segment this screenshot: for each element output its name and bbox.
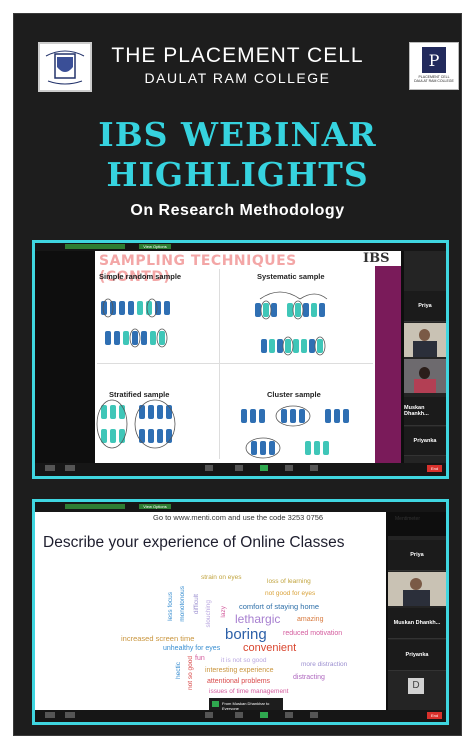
view-options-button[interactable]: View Options bbox=[139, 244, 171, 249]
mentimeter-slide: Go to www.menti.com and use the code 325… bbox=[35, 512, 420, 720]
mute-icon-2[interactable] bbox=[45, 712, 55, 718]
word-24: issues of time management bbox=[209, 688, 289, 695]
record-icon[interactable] bbox=[285, 465, 293, 471]
participant-avatar-d: D bbox=[408, 678, 424, 694]
video-icon[interactable] bbox=[65, 465, 75, 471]
webinar-screenshot-2: View Options Go to www.menti.com and use… bbox=[32, 499, 449, 725]
quadrant-label-simple: Simple random sample bbox=[99, 272, 182, 281]
chat-avatar-icon bbox=[212, 701, 219, 707]
word-4: monotonous bbox=[179, 586, 186, 622]
slide-side-strip bbox=[375, 266, 401, 463]
word-21: interesting experience bbox=[205, 667, 274, 674]
participants-icon-2[interactable] bbox=[205, 712, 213, 718]
meeting-controls-2: End bbox=[35, 710, 446, 722]
word-9: lethargic bbox=[235, 612, 281, 626]
word-22: attentional problems bbox=[207, 678, 271, 685]
shared-slide: SAMPLING TECHNIQUES (CONTD) IBS Simple r… bbox=[95, 251, 401, 463]
word-12: boring bbox=[225, 626, 267, 643]
reactions-icon-2[interactable] bbox=[310, 712, 318, 718]
participant-gallery-2: Priya Muskan Dhankh... Priyanka D bbox=[388, 536, 446, 710]
headline-line-2: HIGHLIGHTS bbox=[106, 155, 369, 194]
video-icon-2[interactable] bbox=[65, 712, 75, 718]
word-19: hectic bbox=[175, 662, 182, 679]
participant-tile-1: Priya bbox=[404, 291, 446, 322]
reactions-icon[interactable] bbox=[310, 465, 318, 471]
word-6: slouching bbox=[205, 600, 212, 628]
word-23: distracting bbox=[293, 674, 325, 681]
view-options-button-2[interactable]: View Options bbox=[139, 504, 171, 509]
word-2: not good for eyes bbox=[265, 590, 316, 597]
participant-tile-2-3: Muskan Dhankh... bbox=[388, 608, 446, 639]
word-13: reduced motivation bbox=[283, 630, 343, 637]
participant-tile-4: Muskan Dhankh... bbox=[404, 397, 446, 426]
meeting-controls: End bbox=[35, 463, 446, 476]
participant-tile-2-4: Priyanka bbox=[388, 640, 446, 671]
chat-icon-2[interactable] bbox=[235, 712, 243, 718]
share-screen-icon-2[interactable] bbox=[260, 712, 268, 718]
word-17: it is not so good bbox=[221, 657, 267, 664]
participant-video-2-1 bbox=[388, 572, 446, 606]
poll-question: Describe your experience of Online Class… bbox=[43, 534, 345, 551]
mute-icon[interactable] bbox=[45, 465, 55, 471]
word-5: difficult bbox=[193, 594, 200, 615]
poster: P PLACEMENT CELL DAULAT RAM COLLEGE THE … bbox=[13, 13, 462, 736]
word-14: unhealthy for eyes bbox=[163, 645, 221, 652]
title-line-2: DAULAT RAM COLLEGE bbox=[144, 70, 331, 86]
top-bar: View Options bbox=[35, 243, 446, 251]
word-11: increased screen time bbox=[121, 634, 195, 643]
word-15: convenient bbox=[243, 642, 297, 654]
word-1: loss of learning bbox=[267, 578, 311, 585]
menti-instruction: Go to www.menti.com and use the code 325… bbox=[153, 513, 324, 522]
ibs-brand: IBS bbox=[363, 251, 390, 266]
quadrant-label-systematic: Systematic sample bbox=[257, 272, 325, 281]
word-7: lazy bbox=[220, 606, 227, 618]
end-meeting-button[interactable]: End bbox=[427, 465, 442, 472]
word-20: not so good bbox=[187, 656, 194, 690]
participant-tile-5: Priyanka bbox=[404, 427, 446, 456]
participant-tile-2-1: Priya bbox=[388, 540, 446, 571]
word-0: strain on eyes bbox=[201, 574, 242, 581]
record-icon-2[interactable] bbox=[285, 712, 293, 718]
participant-video-2 bbox=[404, 359, 446, 393]
sampling-people-icon bbox=[96, 291, 349, 459]
top-bar-2: View Options bbox=[35, 502, 446, 512]
webinar-screenshot-1: View Options SAMPLING TECHNIQUES (CONTD)… bbox=[32, 240, 449, 479]
chat-icon[interactable] bbox=[235, 465, 243, 471]
mentimeter-brand: Mentimeter bbox=[395, 516, 421, 522]
subtitle: On Research Methodology bbox=[130, 202, 345, 219]
end-meeting-button-2[interactable]: End bbox=[427, 712, 442, 719]
word-16: fun bbox=[195, 655, 205, 662]
participants-icon[interactable] bbox=[205, 465, 213, 471]
word-8: comfort of staying home bbox=[239, 602, 320, 611]
word-18: more distraction bbox=[301, 661, 348, 668]
participant-video-1 bbox=[404, 323, 446, 357]
title-line-1: THE PLACEMENT CELL bbox=[111, 44, 364, 67]
word-10: amazing bbox=[297, 616, 324, 623]
word-3: less focus bbox=[167, 592, 174, 621]
share-screen-icon[interactable] bbox=[260, 465, 268, 471]
participant-gallery: Priya Muskan Dhankh... Priyanka bbox=[404, 251, 446, 463]
headline-line-1: IBS WEBINAR bbox=[98, 115, 377, 154]
